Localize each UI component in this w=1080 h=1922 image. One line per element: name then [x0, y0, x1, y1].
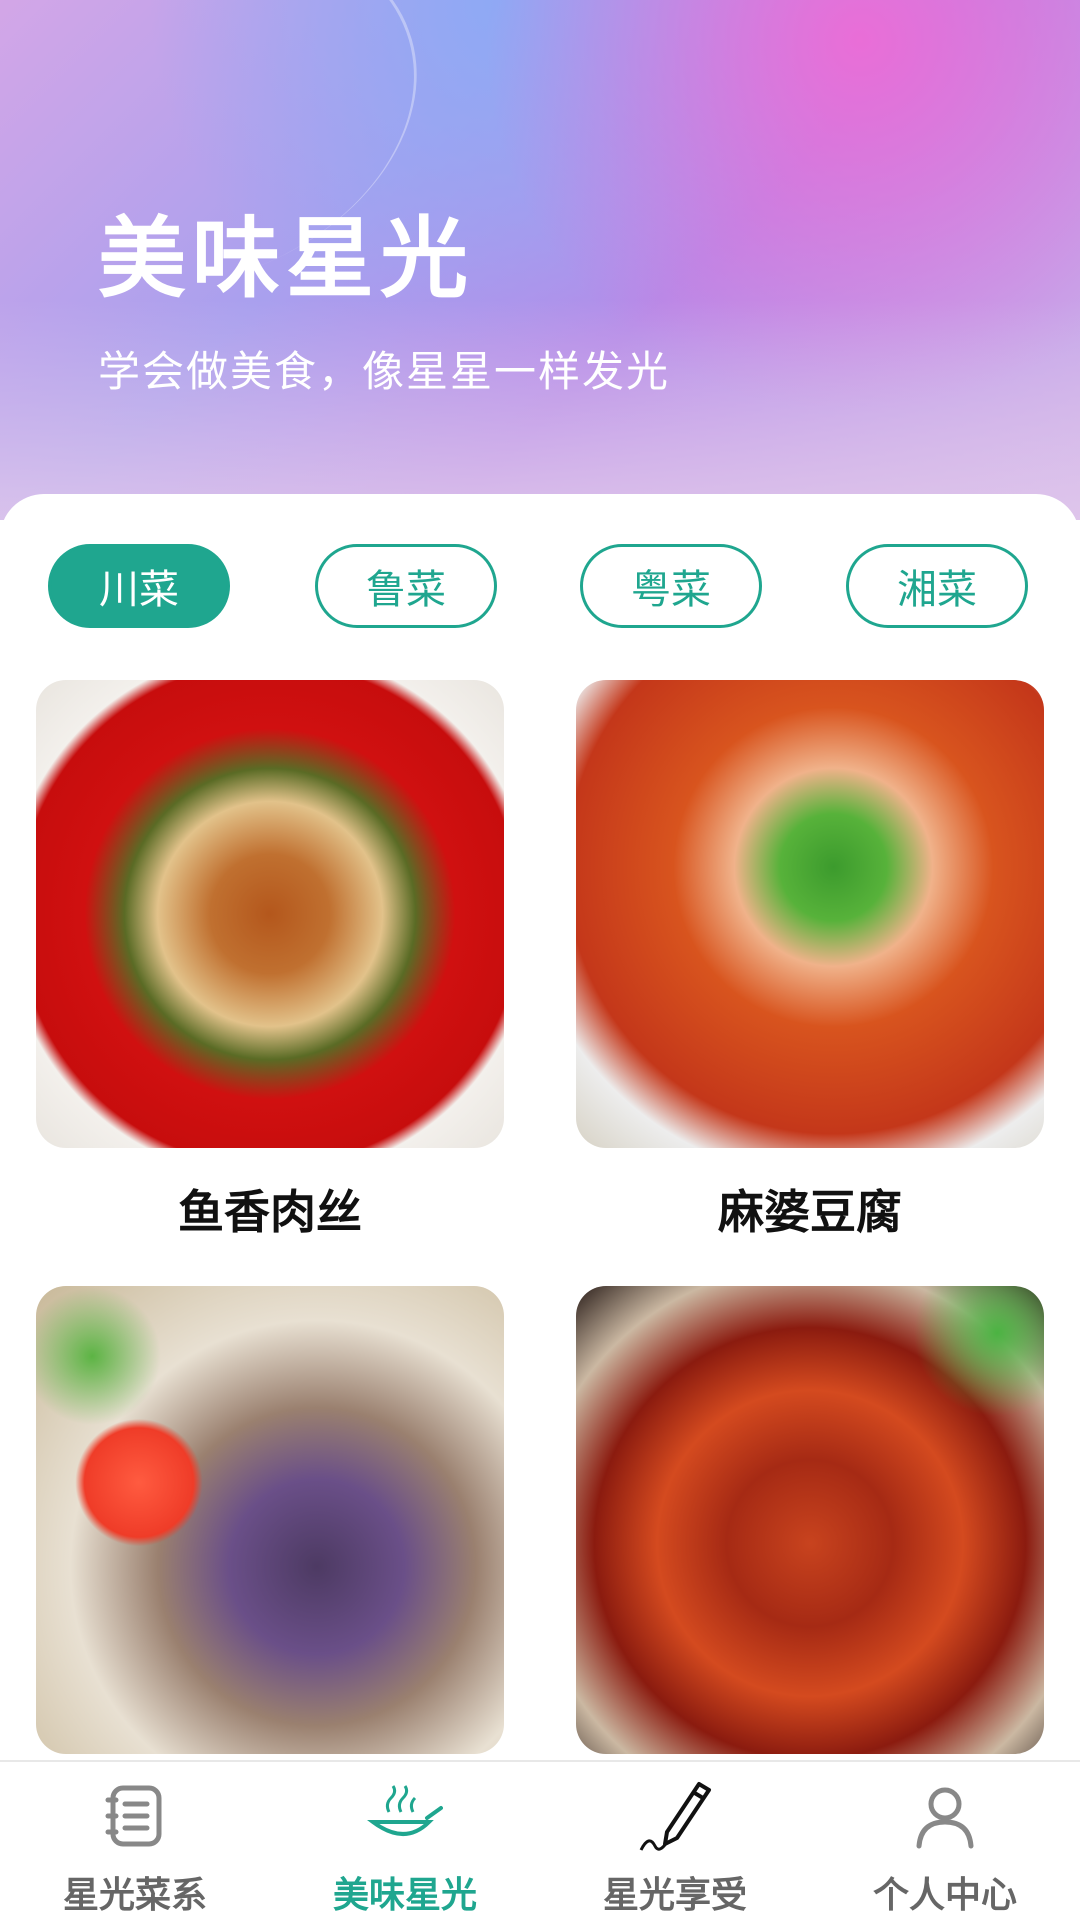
nav-item-delicious[interactable]: 美味星光 [270, 1762, 540, 1922]
menu-book-icon [97, 1778, 173, 1854]
cooking-pan-icon [367, 1778, 443, 1854]
tab-lu[interactable]: 鲁菜 [315, 544, 497, 628]
bottom-nav: 星光菜系 美味星光 星光享受 个人中心 [0, 1760, 1080, 1922]
tab-yue[interactable]: 粤菜 [580, 544, 762, 628]
dish-image-mapo-tofu[interactable] [576, 680, 1044, 1148]
hero-banner: 美味星光 学会做美食，像星星一样发光 [0, 0, 1080, 520]
nav-label: 星光享受 [602, 1875, 747, 1916]
hero-title: 美味星光 [98, 207, 475, 310]
pencil-icon [637, 1778, 713, 1854]
dish-image-spicy-chicken[interactable] [576, 1286, 1044, 1754]
user-icon [907, 1778, 983, 1854]
dish-name[interactable]: 麻婆豆腐 [576, 1176, 1044, 1242]
tab-xiang[interactable]: 湘菜 [846, 544, 1028, 628]
dish-name[interactable]: 鱼香肉丝 [36, 1176, 504, 1242]
tab-chuan[interactable]: 川菜 [48, 544, 230, 628]
cuisine-tabs: 川菜 鲁菜 粤菜 湘菜 [48, 544, 1032, 632]
nav-item-cuisine[interactable]: 星光菜系 [0, 1762, 270, 1922]
nav-item-profile[interactable]: 个人中心 [810, 1762, 1080, 1922]
dish-image-yuxiang-rousi[interactable] [36, 680, 504, 1148]
nav-item-enjoy[interactable]: 星光享受 [540, 1762, 810, 1922]
dish-image-eggplant[interactable] [36, 1286, 504, 1754]
nav-label: 星光菜系 [62, 1875, 207, 1916]
nav-label: 美味星光 [332, 1875, 477, 1916]
hero-subtitle: 学会做美食，像星星一样发光 [98, 347, 671, 396]
nav-label: 个人中心 [872, 1875, 1017, 1916]
